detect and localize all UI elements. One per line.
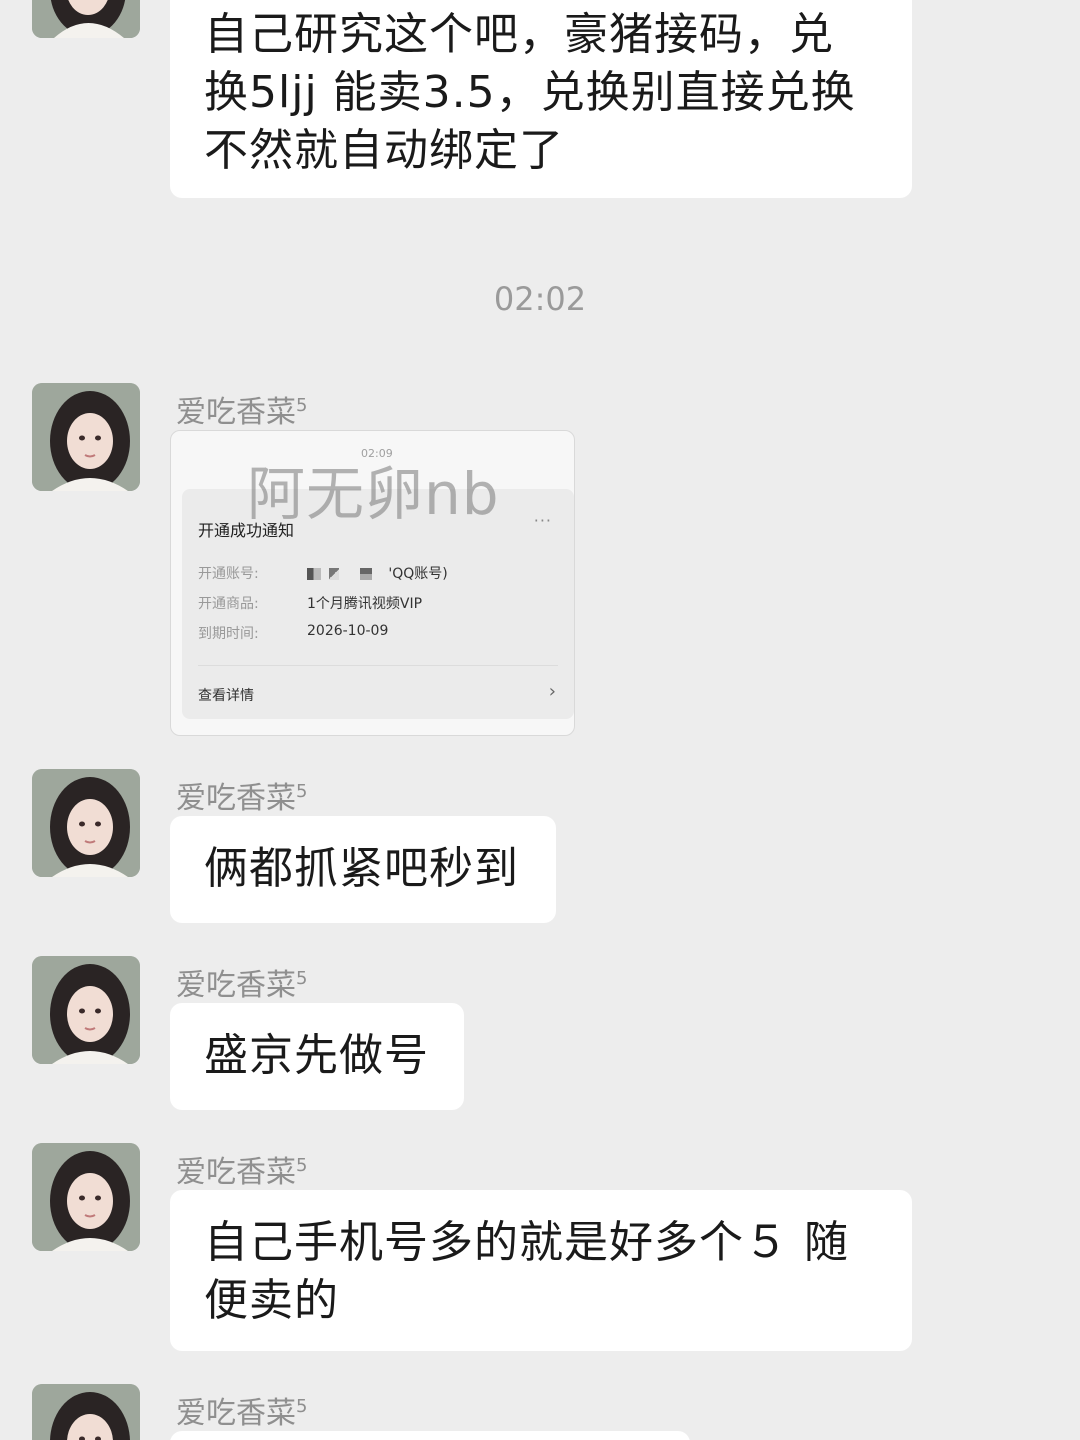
image-message[interactable]: 02:09 开通成功通知 ··· 开通账号: 'QQ账号) 开通商品: 1个月腾… — [170, 430, 575, 736]
account-value: 'QQ账号) — [307, 563, 448, 583]
sender-name: 爱吃香菜5 — [176, 1155, 308, 1190]
avatar[interactable] — [32, 0, 140, 38]
time-separator: 02:02 — [493, 280, 587, 318]
pixelated-account-icon — [307, 568, 321, 580]
avatar-photo — [32, 956, 140, 1064]
divider — [198, 665, 558, 666]
sender-name: 爱吃香菜5 — [176, 395, 308, 430]
pixelated-account-icon — [329, 568, 340, 580]
account-type: 'QQ账号) — [388, 566, 448, 582]
avatar[interactable] — [32, 1384, 140, 1440]
view-details-link: 查看详情 — [198, 688, 254, 704]
message-text: 自己手机号多的就是好多个５ 随便卖的 — [204, 1217, 849, 1326]
message-text: 自己研究这个吧，豪猪接码，兑换5ljj 能卖3.5，兑换别直接兑换不然就自动绑定… — [204, 9, 856, 176]
avatar-photo — [32, 1143, 140, 1251]
avatar-photo — [32, 1384, 140, 1440]
sender-badge: 5 — [296, 395, 308, 416]
more-dots-icon: ··· — [533, 511, 552, 530]
message-bubble[interactable]: 盛京先做号 — [170, 1003, 464, 1110]
avatar-photo — [32, 769, 140, 877]
sender-badge: 5 — [296, 968, 308, 989]
avatar[interactable] — [32, 956, 140, 1064]
avatar-photo — [32, 0, 140, 38]
sender-name: 爱吃香菜5 — [176, 781, 308, 816]
message-bubble[interactable]: 自己手机号多的就是好多个５ 随便卖的 — [170, 1190, 912, 1351]
sender-badge: 5 — [296, 1396, 308, 1417]
message-bubble[interactable] — [170, 1431, 690, 1440]
expire-label: 到期时间: — [198, 626, 259, 642]
chat-screen: 自己研究这个吧，豪猪接码，兑换5ljj 能卖3.5，兑换别直接兑换不然就自动绑定… — [0, 0, 1080, 1440]
message-bubble[interactable]: 自己研究这个吧，豪猪接码，兑换5ljj 能卖3.5，兑换别直接兑换不然就自动绑定… — [170, 0, 912, 198]
message-text: 俩都抓紧吧秒到 — [204, 843, 519, 894]
product-label: 开通商品: — [198, 596, 259, 612]
sender-badge: 5 — [296, 781, 308, 802]
message-bubble[interactable]: 俩都抓紧吧秒到 — [170, 816, 556, 923]
avatar[interactable] — [32, 383, 140, 491]
expire-value: 2026-10-09 — [307, 623, 389, 639]
product-value: 1个月腾讯视频VIP — [307, 596, 423, 612]
sender-name: 爱吃香菜5 — [176, 968, 308, 1003]
sender-badge: 5 — [296, 1155, 308, 1176]
chevron-right-icon: › — [548, 681, 556, 702]
avatar[interactable] — [32, 1143, 140, 1251]
watermark: 阿无卵nb — [247, 460, 500, 528]
avatar-photo — [32, 383, 140, 491]
avatar[interactable] — [32, 769, 140, 877]
account-label: 开通账号: — [198, 566, 259, 582]
pixelated-account-icon — [359, 568, 372, 580]
message-text: 盛京先做号 — [204, 1030, 429, 1081]
sender-name: 爱吃香菜5 — [176, 1396, 308, 1431]
